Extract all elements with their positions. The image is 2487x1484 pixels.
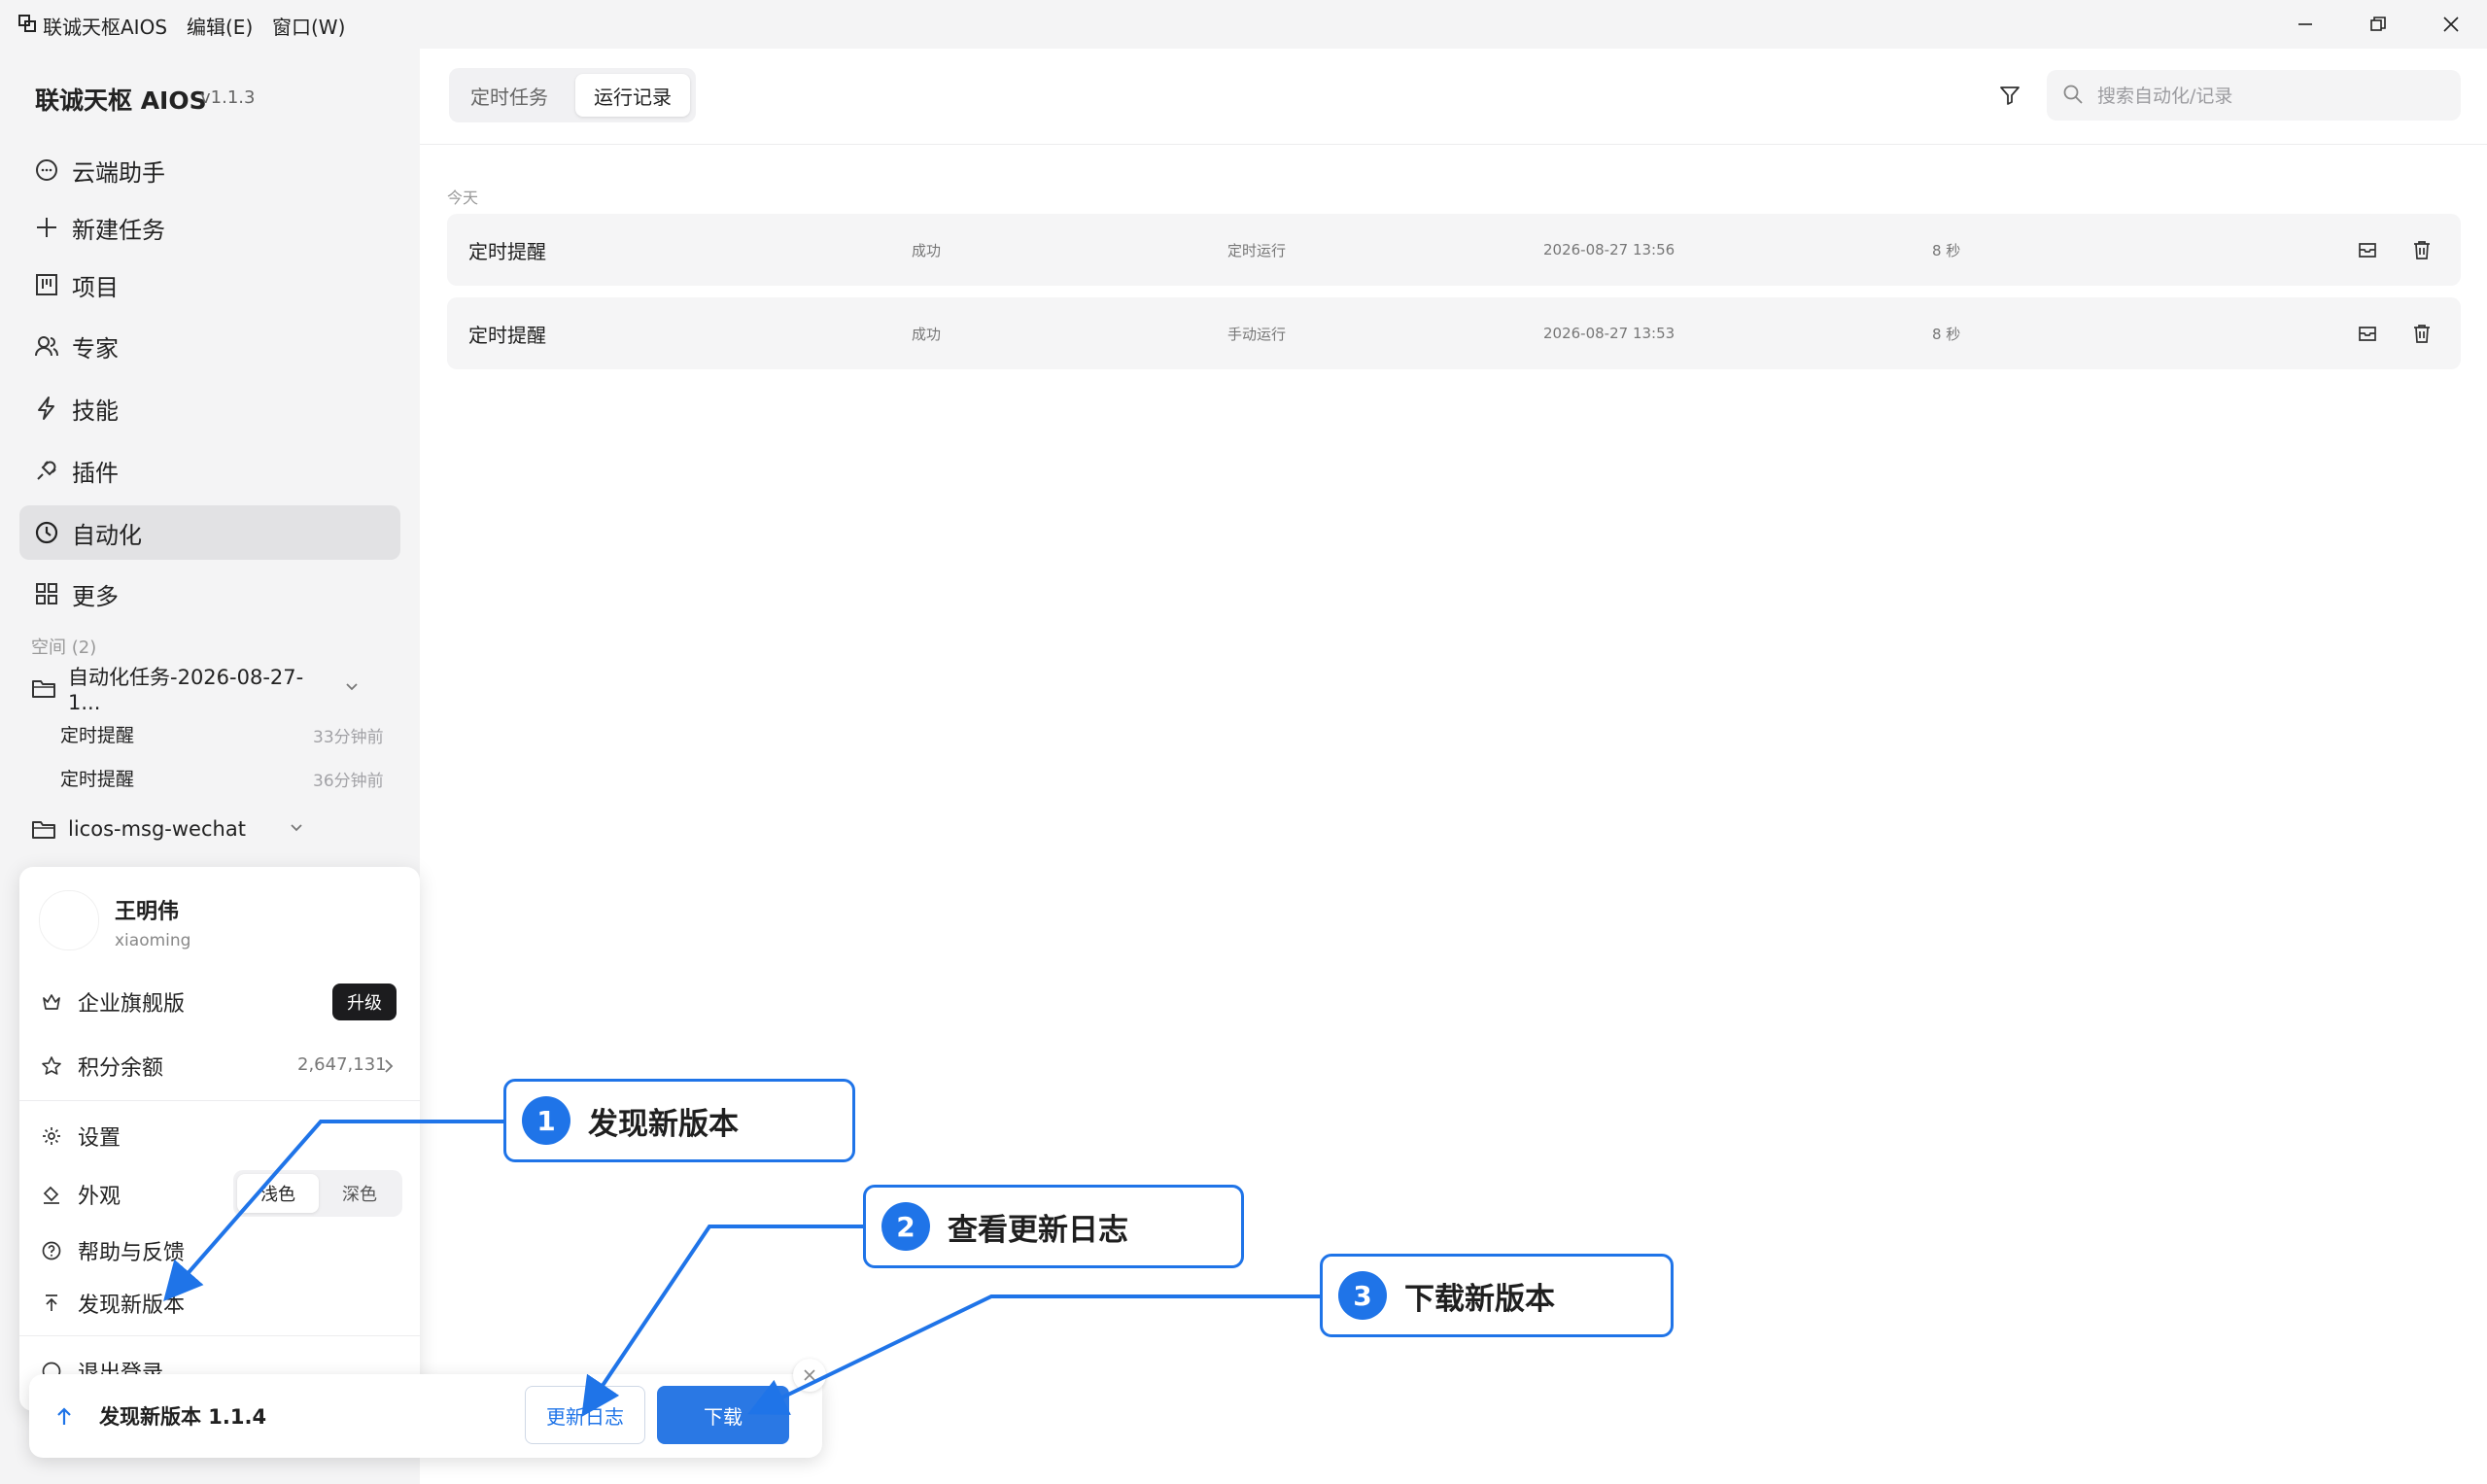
annotation-arrows <box>163 1120 1322 1417</box>
callout-2: 2 查看更新日志 <box>863 1185 1244 1268</box>
callout-text: 查看更新日志 <box>948 1212 1128 1248</box>
callout-number: 3 <box>1338 1271 1387 1320</box>
callout-text: 发现新版本 <box>588 1106 739 1142</box>
callout-1: 1 发现新版本 <box>503 1079 855 1162</box>
callout-text: 下载新版本 <box>1404 1281 1555 1317</box>
callout-number: 1 <box>522 1096 570 1145</box>
callout-3: 3 下载新版本 <box>1320 1254 1674 1337</box>
callout-number: 2 <box>881 1202 930 1251</box>
